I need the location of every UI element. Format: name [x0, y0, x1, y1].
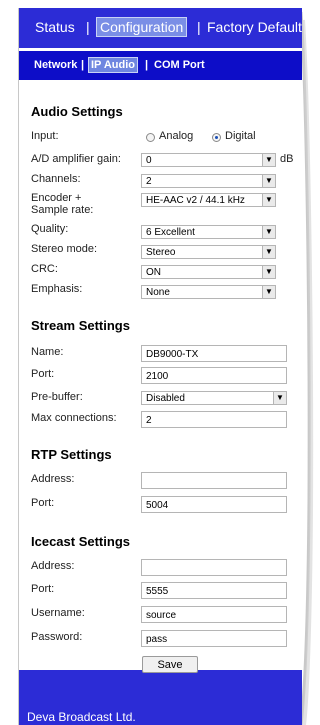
subnav-com-port[interactable]: COM Port [154, 59, 205, 71]
quality-select[interactable]: 6 Excellent ▼ [141, 225, 276, 239]
icecast-address-input[interactable] [141, 559, 287, 576]
chevron-down-icon: ▼ [262, 175, 275, 187]
nav-factory-default[interactable]: Factory Default [207, 19, 302, 35]
nav-separator: | [197, 19, 201, 35]
encoder-label-line2: Sample rate: [31, 204, 94, 216]
config-page: Status | Configuration | Factory Default… [18, 8, 302, 725]
rtp-port-value: 5004 [146, 500, 169, 511]
emphasis-label: Emphasis: [31, 283, 83, 295]
encoder-label-line1: Encoder + [31, 192, 82, 204]
crc-value: ON [146, 267, 161, 278]
input-digital-radio[interactable] [212, 133, 221, 142]
stereo-mode-label: Stereo mode: [31, 243, 98, 255]
audio-settings-title: Audio Settings [31, 104, 123, 119]
subnav-network[interactable]: Network [34, 59, 77, 71]
chevron-down-icon: ▼ [273, 392, 286, 404]
rtp-address-label: Address: [31, 473, 75, 485]
crc-select[interactable]: ON ▼ [141, 265, 276, 279]
encoder-select[interactable]: HE-AAC v2 / 44.1 kHz ▼ [141, 193, 276, 207]
icecast-settings-title: Icecast Settings [31, 534, 130, 549]
stereo-mode-select[interactable]: Stereo ▼ [141, 245, 276, 259]
top-navigation: Status | Configuration | Factory Default [19, 8, 302, 48]
nav-status[interactable]: Status [35, 19, 75, 35]
chevron-down-icon: ▼ [262, 194, 275, 206]
input-analog-radio[interactable] [146, 133, 155, 142]
stream-name-value: DB9000-TX [146, 349, 199, 360]
rtp-address-input[interactable] [141, 472, 287, 489]
icecast-username-input[interactable]: source [141, 606, 287, 623]
stream-name-label: Name: [31, 346, 64, 358]
icecast-password-label: Password: [31, 631, 83, 643]
footer: Deva Broadcast Ltd. [19, 670, 302, 725]
stream-port-value: 2100 [146, 371, 169, 382]
chevron-down-icon: ▼ [262, 226, 275, 238]
input-digital-label: Digital [225, 130, 256, 142]
icecast-address-label: Address: [31, 560, 75, 572]
save-button[interactable]: Save [142, 656, 198, 673]
icecast-port-label: Port: [31, 583, 55, 595]
chevron-down-icon: ▼ [262, 286, 275, 298]
icecast-password-value: pass [146, 634, 168, 645]
ad-gain-unit: dB [280, 153, 294, 165]
rtp-port-input[interactable]: 5004 [141, 496, 287, 513]
chevron-down-icon: ▼ [262, 154, 275, 166]
pre-buffer-select[interactable]: Disabled ▼ [141, 391, 287, 405]
emphasis-value: None [146, 287, 170, 298]
channels-select[interactable]: 2 ▼ [141, 174, 276, 188]
stream-port-input[interactable]: 2100 [141, 367, 287, 384]
ad-gain-value: 0 [146, 155, 152, 166]
max-connections-label: Max connections: [31, 412, 117, 424]
emphasis-select[interactable]: None ▼ [141, 285, 276, 299]
input-analog-label: Analog [159, 130, 194, 142]
sub-navigation: Network | IP Audio | COM Port [19, 51, 302, 80]
subnav-ip-audio[interactable]: IP Audio [88, 57, 138, 73]
stream-name-input[interactable]: DB9000-TX [141, 345, 287, 362]
quality-value: 6 Excellent [146, 227, 195, 238]
pre-buffer-label: Pre-buffer: [31, 391, 83, 403]
channels-value: 2 [146, 176, 152, 187]
stereo-mode-value: Stereo [146, 247, 176, 258]
nav-configuration[interactable]: Configuration [96, 17, 188, 37]
max-connections-value: 2 [146, 415, 152, 426]
subnav-separator: | [145, 59, 149, 71]
icecast-port-input[interactable]: 5555 [141, 582, 287, 599]
settings-form: Audio Settings Input: Analog Digital A/D… [19, 80, 302, 647]
icecast-password-input[interactable]: pass [141, 630, 287, 647]
pre-buffer-value: Disabled [146, 393, 185, 404]
rtp-settings-title: RTP Settings [31, 447, 112, 462]
footer-company-name: Deva Broadcast Ltd. [27, 710, 136, 724]
chevron-down-icon: ▼ [262, 246, 275, 258]
quality-label: Quality: [31, 223, 69, 235]
encoder-value: HE-AAC v2 / 44.1 kHz [146, 195, 245, 206]
subnav-separator: | [81, 59, 85, 71]
icecast-port-value: 5555 [146, 586, 169, 597]
ad-gain-select[interactable]: 0 ▼ [141, 153, 276, 167]
ad-gain-label: A/D amplifier gain: [31, 153, 121, 165]
stream-settings-title: Stream Settings [31, 318, 130, 333]
nav-separator: | [86, 19, 90, 35]
chevron-down-icon: ▼ [262, 266, 275, 278]
rtp-port-label: Port: [31, 497, 55, 509]
max-connections-input[interactable]: 2 [141, 411, 287, 428]
crc-label: CRC: [31, 263, 58, 275]
icecast-username-label: Username: [31, 607, 85, 619]
stream-port-label: Port: [31, 368, 55, 380]
channels-label: Channels: [31, 173, 81, 185]
icecast-username-value: source [146, 610, 177, 621]
input-label: Input: [31, 130, 59, 142]
